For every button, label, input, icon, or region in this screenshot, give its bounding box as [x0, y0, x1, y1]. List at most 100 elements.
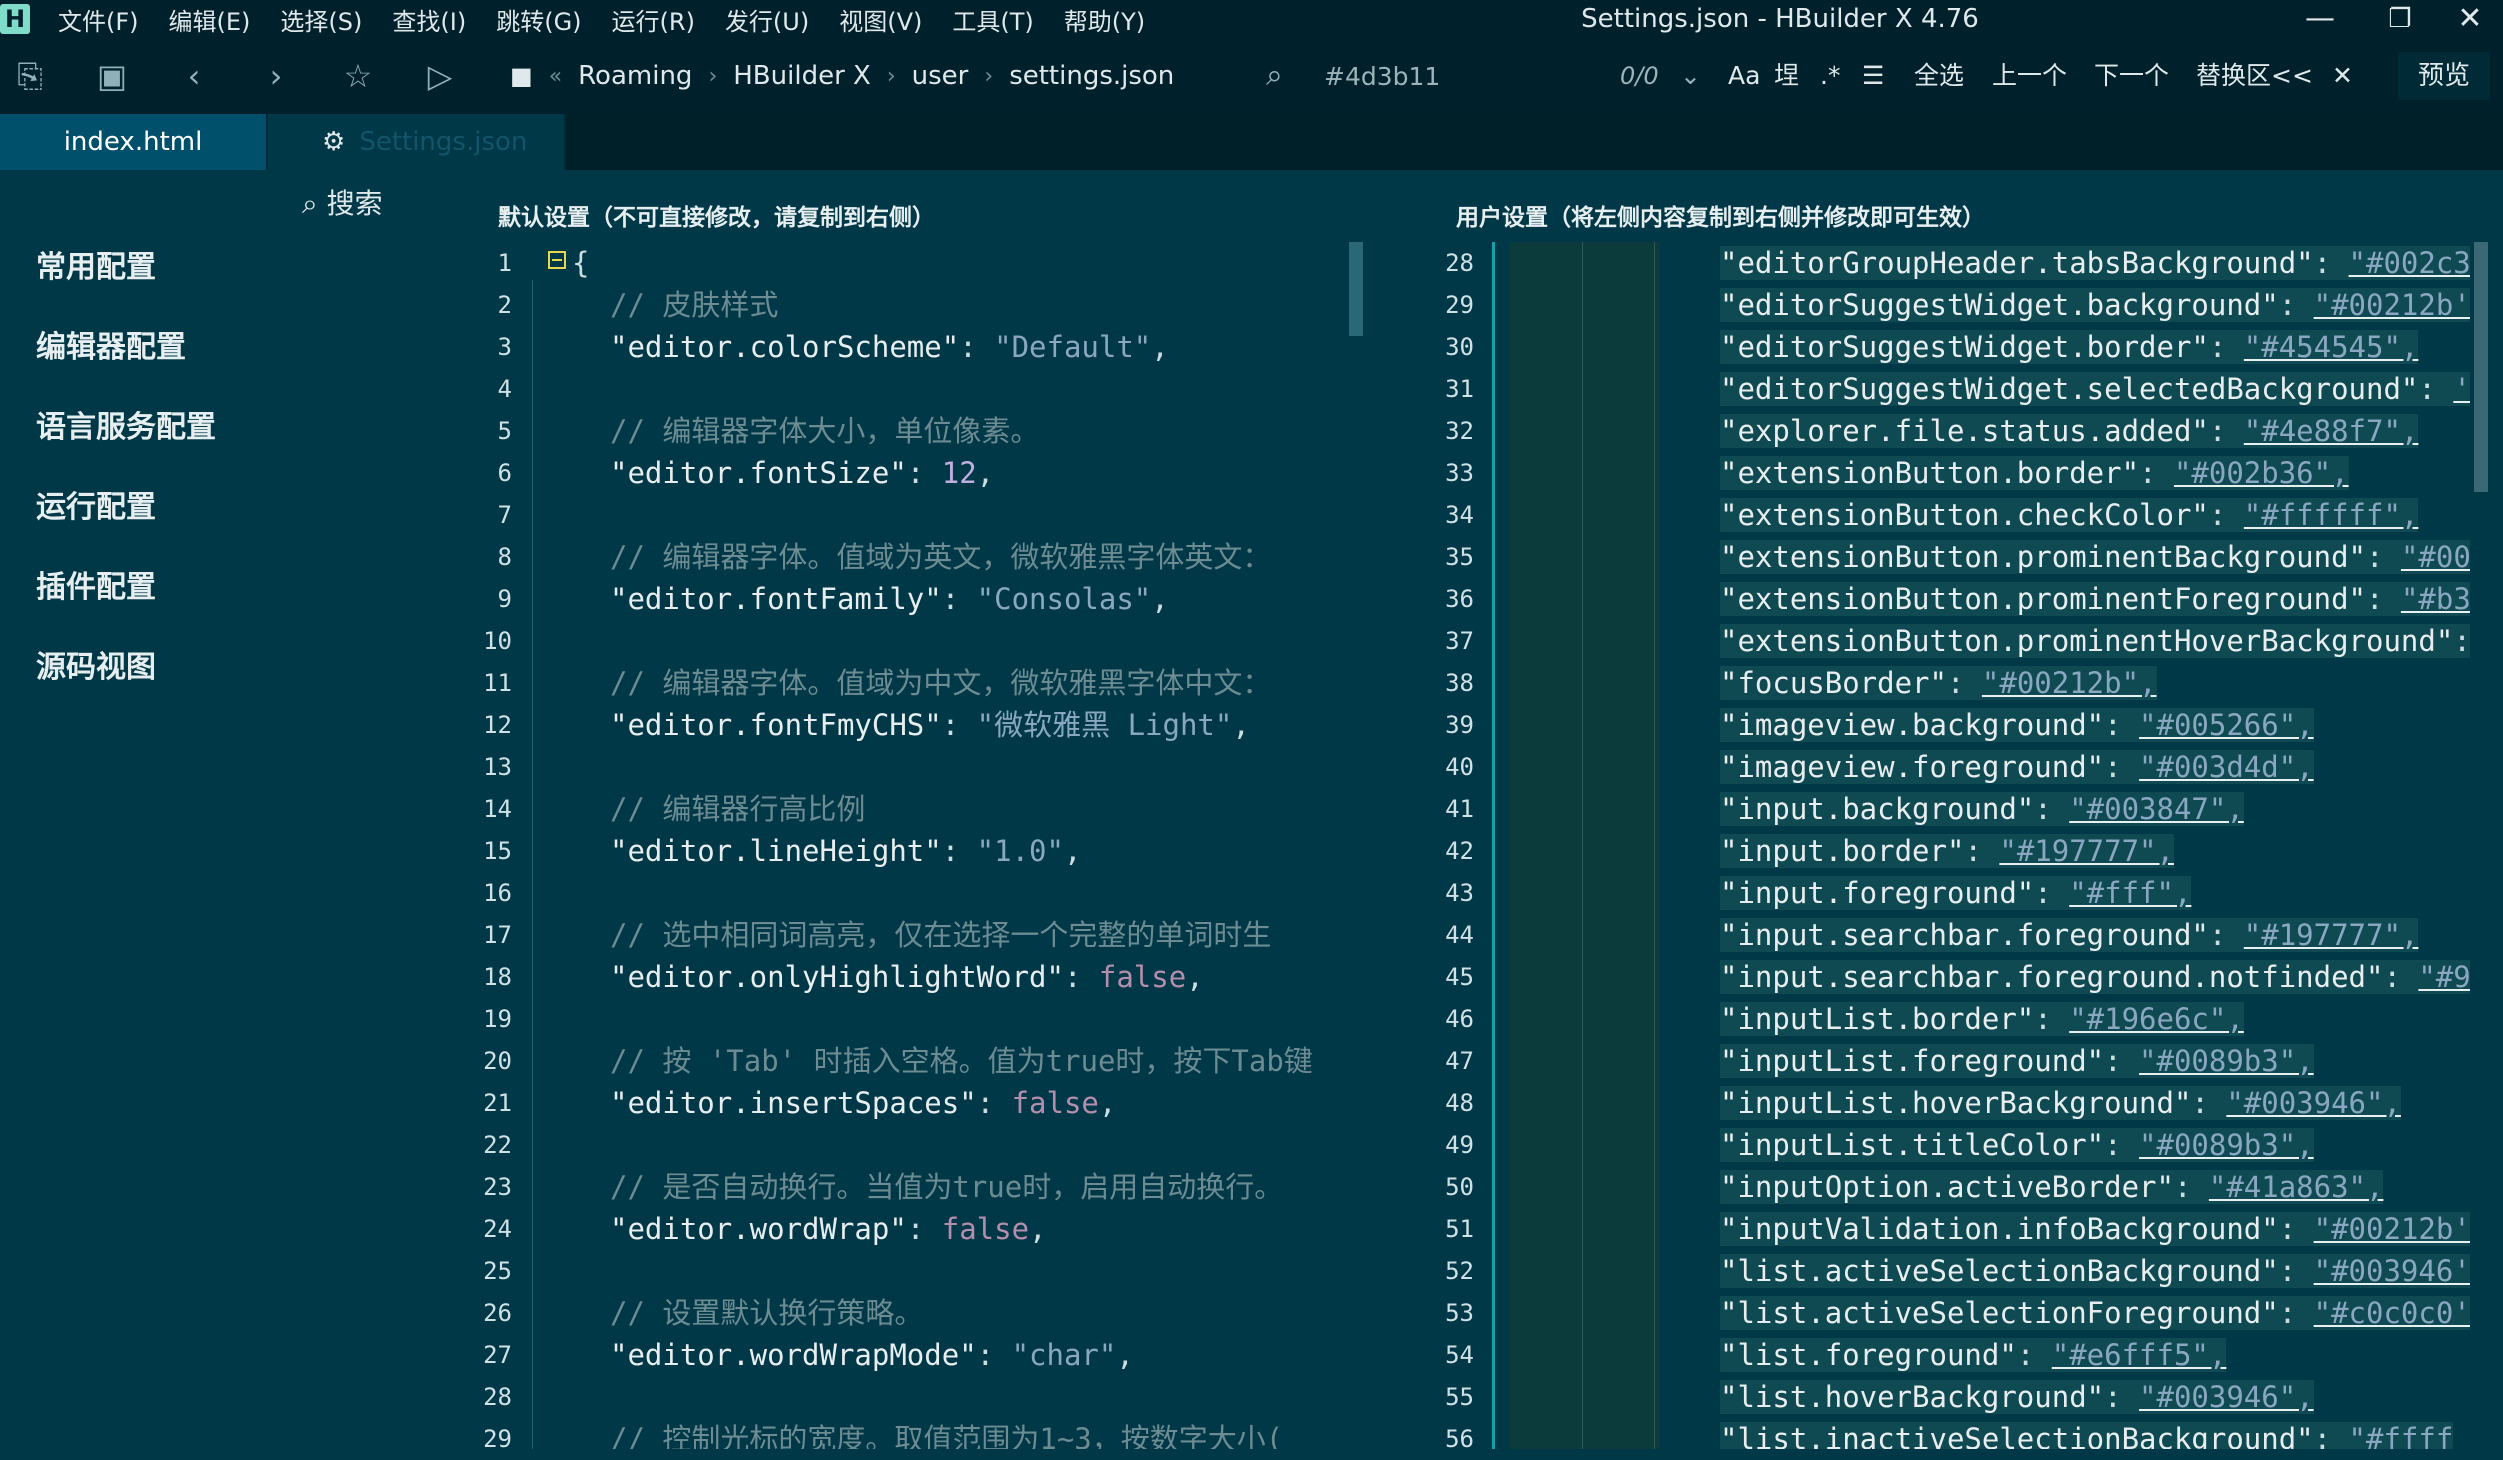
- line-number: 39: [1445, 711, 1474, 739]
- code-value: "#4e88f7",: [2243, 414, 2419, 448]
- menu-item[interactable]: 运行(R): [612, 2, 695, 37]
- code-line-highlight: "list.hoverBackground": "#003946",: [1720, 1380, 2314, 1414]
- code-colon: :: [2191, 1086, 2227, 1120]
- line-number: 33: [1445, 459, 1474, 487]
- menu-item[interactable]: 选择(S): [280, 2, 362, 37]
- code-key: "editor.insertSpaces": [610, 1086, 977, 1120]
- line-number: 1: [497, 249, 512, 277]
- code-line: // 选中相同词高亮，仅在选择一个完整的单词时生: [548, 914, 1344, 956]
- replace-toggle-button[interactable]: 替换区<<: [2196, 58, 2313, 94]
- default-settings-editor[interactable]: {// 皮肤样式 "editor.colorScheme": "Default",…: [548, 242, 1344, 1449]
- sidebar-item-language-service[interactable]: 语言服务配置: [36, 402, 216, 446]
- code-value: "#c0c0c0': [2313, 1296, 2470, 1330]
- code-line: // 皮肤样式: [548, 284, 1344, 326]
- code-value: "char": [1011, 1338, 1117, 1372]
- code-key: "editor.lineHeight": [610, 834, 942, 868]
- code-line-highlight: "focusBorder": "#00212b",: [1720, 666, 2157, 700]
- scrollbar[interactable]: [1349, 242, 1363, 336]
- code-colon: :: [2278, 288, 2314, 322]
- new-file-icon[interactable]: ⎘: [12, 58, 48, 94]
- code-line-highlight: "extensionButton.prominentHoverBackgroun…: [1720, 624, 2470, 658]
- settings-search-link[interactable]: ⌕ 搜索: [302, 182, 383, 222]
- line-number: 21: [483, 1089, 512, 1117]
- code-value: "#005266",: [2139, 708, 2314, 742]
- code-line: "extensionButton.border": "#002b36",: [1720, 452, 2470, 494]
- sidebar-item-run[interactable]: 运行配置: [36, 482, 156, 526]
- breadcrumb-item-user[interactable]: user: [912, 61, 969, 91]
- code-comma: ,: [976, 456, 995, 490]
- find-prev-button[interactable]: 上一个: [1992, 58, 2067, 94]
- back-icon[interactable]: ‹: [176, 58, 212, 94]
- regex-button[interactable]: .*: [1820, 58, 1840, 94]
- code-value: "#ffffff",: [2243, 498, 2419, 532]
- code-line-highlight: "editorSuggestWidget.background": "#0021…: [1720, 288, 2470, 322]
- code-key: "editorSuggestWidget.background": [1720, 288, 2279, 322]
- code-value: "#ffff: [2348, 1422, 2454, 1449]
- breadcrumb-collapse-icon[interactable]: «: [549, 64, 562, 89]
- user-settings-editor[interactable]: "editorGroupHeader.tabsBackground": "#00…: [1720, 242, 2470, 1449]
- line-number: 7: [497, 501, 512, 529]
- match-case-button[interactable]: Aa: [1728, 58, 1760, 94]
- tab-index-html[interactable]: index.html: [0, 114, 266, 170]
- find-input[interactable]: [1322, 58, 1576, 96]
- code-line: "editorSuggestWidget.background": "#0021…: [1720, 284, 2470, 326]
- sidebar-item-common[interactable]: 常用配置: [36, 242, 156, 286]
- code-comma: ,: [1116, 1338, 1134, 1372]
- maximize-button[interactable]: ❐: [2360, 0, 2440, 38]
- sidebar-item-editor[interactable]: 编辑器配置: [36, 322, 186, 366]
- code-line: "editor.wordWrapMode": "char",: [548, 1334, 1344, 1376]
- code-key: "inputList.border": [1720, 1002, 2035, 1036]
- run-icon[interactable]: ▷: [422, 58, 458, 94]
- code-comma: ,: [1186, 960, 1204, 994]
- code-line: "editor.fontSize": 12,: [548, 452, 1344, 494]
- forward-icon[interactable]: ›: [258, 58, 294, 94]
- indent-guide: [1582, 242, 1583, 1449]
- code-value: "#0089b3",: [2139, 1128, 2314, 1162]
- code-line: "editorSuggestWidget.border": "#454545",: [1720, 326, 2470, 368]
- code-key: "editorGroupHeader.tabsBackground": [1720, 246, 2314, 280]
- minimize-button[interactable]: —: [2280, 0, 2360, 38]
- code-value: "#003847",: [2069, 792, 2244, 826]
- breadcrumb-item-hbuilderx[interactable]: HBuilder X: [733, 61, 871, 91]
- code-value: "#e6fff5",: [2051, 1338, 2227, 1372]
- sidebar-item-plugins[interactable]: 插件配置: [36, 562, 156, 606]
- code-line-highlight: "inputList.titleColor": "#0089b3",: [1720, 1128, 2314, 1162]
- code-value: "#002b36",: [2173, 456, 2349, 490]
- preview-button[interactable]: 预览: [2398, 52, 2490, 100]
- breadcrumb-item-file[interactable]: settings.json: [1009, 61, 1174, 91]
- menu-item[interactable]: 查找(I): [392, 2, 466, 37]
- select-all-button[interactable]: 全选: [1914, 58, 1964, 94]
- line-number: 36: [1445, 585, 1474, 613]
- code-colon: :: [2104, 1380, 2140, 1414]
- tab-settings-json[interactable]: ⚙ Settings.json: [268, 114, 564, 170]
- code-colon: :: [2418, 372, 2454, 406]
- close-window-button[interactable]: ✕: [2430, 0, 2503, 38]
- breadcrumb-item-roaming[interactable]: Roaming: [578, 61, 692, 91]
- menu-item[interactable]: 文件(F): [58, 2, 139, 37]
- line-number: 30: [1445, 333, 1474, 361]
- find-icon: ⌕: [1266, 58, 1283, 93]
- line-number: 14: [483, 795, 512, 823]
- code-colon: :: [941, 582, 977, 616]
- menu-item[interactable]: 发行(U): [725, 2, 809, 37]
- menu-item[interactable]: 工具(T): [952, 2, 1033, 37]
- scrollbar[interactable]: [2474, 242, 2488, 492]
- code-key: "extensionButton.prominentForeground": [1720, 582, 2367, 616]
- menu-item[interactable]: 编辑(E): [169, 2, 251, 37]
- code-comma: ,: [1151, 582, 1169, 616]
- menu-item[interactable]: 视图(V): [839, 2, 922, 37]
- save-icon[interactable]: ▣: [94, 58, 130, 94]
- align-icon[interactable]: ☰: [1862, 58, 1884, 94]
- code-line: "list.inactiveSelectionBackground": "#ff…: [1720, 1418, 2470, 1449]
- menu-item[interactable]: 帮助(Y): [1064, 2, 1145, 37]
- find-dropdown-icon[interactable]: ⌄: [1680, 58, 1701, 94]
- sidebar-item-source-view[interactable]: 源码视图: [36, 642, 156, 686]
- menu-item[interactable]: 跳转(G): [496, 2, 581, 37]
- folder-icon: ■: [510, 62, 533, 90]
- star-icon[interactable]: ☆: [340, 58, 376, 94]
- line-number: 40: [1445, 753, 1474, 781]
- find-next-button[interactable]: 下一个: [2094, 58, 2169, 94]
- code-line: "explorer.file.status.added": "#4e88f7",: [1720, 410, 2470, 452]
- match-word-button[interactable]: 㘿: [1774, 58, 1799, 94]
- close-find-button[interactable]: ✕: [2332, 58, 2353, 94]
